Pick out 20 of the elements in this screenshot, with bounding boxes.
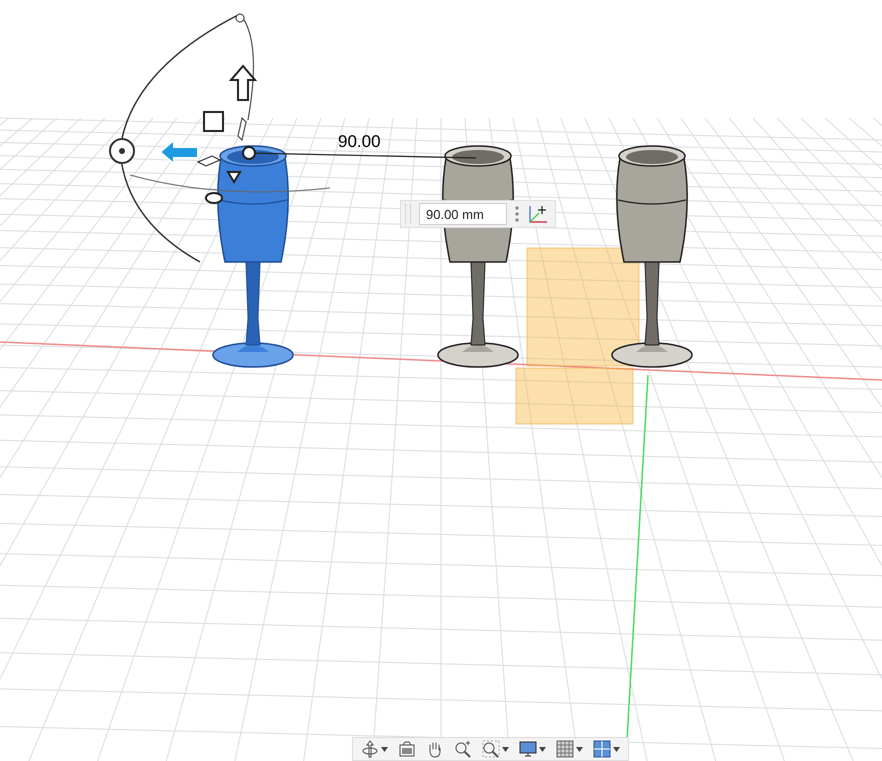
dimension-label: 90.00 (338, 133, 381, 150)
zoom-icon (454, 740, 472, 758)
grid-icon (556, 740, 574, 758)
viewports-icon (593, 740, 611, 758)
distance-input-field[interactable]: 90.00 mm (419, 203, 507, 225)
monitor-icon (519, 740, 537, 758)
caret-icon (502, 746, 509, 752)
caret-icon (539, 746, 546, 752)
caret-icon (613, 746, 620, 752)
more-options-icon[interactable] (515, 206, 519, 222)
orbit-icon (361, 740, 379, 758)
zoom-window-icon (482, 740, 500, 758)
toolbar-button[interactable] (591, 738, 622, 760)
grip-handle[interactable] (405, 204, 411, 224)
caret-icon (576, 746, 583, 752)
toolbar-button[interactable] (554, 738, 585, 760)
axes-move-icon[interactable] (527, 204, 549, 224)
caret-icon (381, 746, 388, 752)
toolbar-button[interactable] (480, 738, 511, 760)
screen-icon (398, 740, 416, 758)
